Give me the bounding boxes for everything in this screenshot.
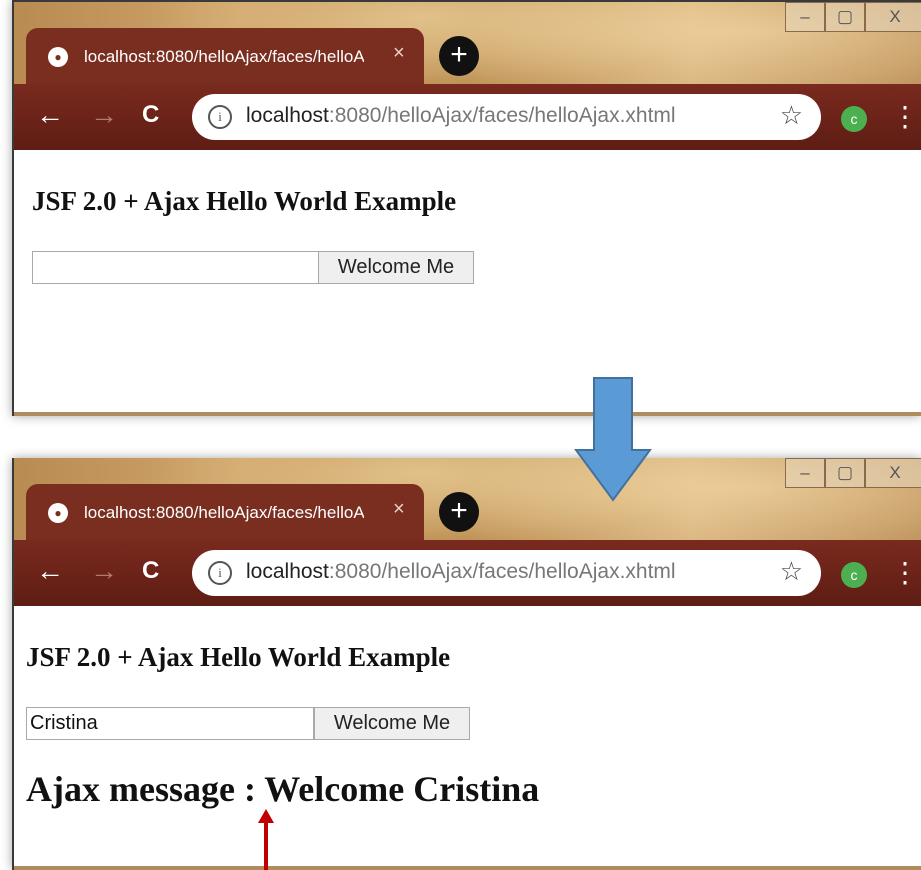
new-tab-button[interactable]: +	[439, 492, 479, 532]
menu-icon[interactable]: ⋮	[891, 100, 919, 133]
welcome-me-button[interactable]: Welcome Me	[318, 251, 474, 284]
browser-tab[interactable]: ● localhost:8080/helloAjax/faces/helloAj…	[26, 28, 424, 84]
close-window-button[interactable]: X	[865, 458, 921, 488]
maximize-button[interactable]: ▢	[825, 2, 865, 32]
browser-frame: – ▢ X ● localhost:8080/helloAjax/faces/h…	[14, 458, 921, 606]
forward-icon[interactable]: →	[90, 100, 118, 130]
bookmark-star-icon[interactable]: ☆	[780, 556, 803, 587]
back-icon[interactable]: ←	[36, 100, 64, 130]
page-heading: JSF 2.0 + Ajax Hello World Example	[26, 642, 451, 672]
url-text: localhost:8080/helloAjax/faces/helloAjax…	[246, 560, 676, 583]
close-icon[interactable]: ×	[393, 498, 405, 521]
menu-icon[interactable]: ⋮	[891, 556, 919, 589]
browser-toolbar: ← → C i localhost:8080/helloAjax/faces/h…	[14, 540, 921, 606]
flow-down-arrow	[574, 377, 652, 502]
reload-icon[interactable]: C	[142, 100, 159, 130]
browser-window-before: – ▢ X ● localhost:8080/helloAjax/faces/h…	[12, 0, 921, 416]
marker-up-arrow-shaft	[264, 821, 268, 870]
reload-icon[interactable]: C	[142, 556, 159, 586]
window-bottom-edge	[14, 412, 921, 416]
profile-avatar[interactable]: c	[841, 106, 867, 132]
maximize-button[interactable]: ▢	[825, 458, 865, 488]
close-icon[interactable]: ×	[393, 42, 405, 65]
marker-up-arrow-head	[258, 809, 274, 823]
tab-title: localhost:8080/helloAjax/faces/helloAjax…	[84, 503, 364, 522]
bookmark-star-icon[interactable]: ☆	[780, 100, 803, 131]
info-icon[interactable]: i	[208, 105, 232, 129]
minimize-button[interactable]: –	[785, 2, 825, 32]
welcome-me-button[interactable]: Welcome Me	[314, 707, 470, 740]
forward-icon[interactable]: →	[90, 556, 118, 586]
minimize-button[interactable]: –	[785, 458, 825, 488]
page-heading: JSF 2.0 + Ajax Hello World Example	[32, 186, 457, 216]
close-window-button[interactable]: X	[865, 2, 921, 32]
browser-tab[interactable]: ● localhost:8080/helloAjax/faces/helloAj…	[26, 484, 424, 540]
url-text: localhost:8080/helloAjax/faces/helloAjax…	[246, 104, 676, 127]
info-icon[interactable]: i	[208, 561, 232, 585]
address-bar[interactable]: i localhost:8080/helloAjax/faces/helloAj…	[192, 550, 821, 596]
flow-down-arrow-shape	[574, 377, 652, 502]
new-tab-button[interactable]: +	[439, 36, 479, 76]
address-bar[interactable]: i localhost:8080/helloAjax/faces/helloAj…	[192, 94, 821, 140]
marker-up-arrow	[258, 809, 274, 870]
name-input[interactable]	[32, 251, 320, 284]
profile-avatar[interactable]: c	[841, 562, 867, 588]
browser-frame: – ▢ X ● localhost:8080/helloAjax/faces/h…	[14, 2, 921, 150]
globe-icon: ●	[48, 503, 68, 523]
ajax-message: Ajax message : Welcome Cristina	[26, 769, 540, 809]
back-icon[interactable]: ←	[36, 556, 64, 586]
globe-icon: ●	[48, 47, 68, 67]
name-input[interactable]	[26, 707, 314, 740]
window-bottom-edge	[14, 866, 921, 870]
tab-title: localhost:8080/helloAjax/faces/helloAjax…	[84, 47, 364, 66]
browser-window-after: – ▢ X ● localhost:8080/helloAjax/faces/h…	[12, 458, 921, 870]
browser-toolbar: ← → C i localhost:8080/helloAjax/faces/h…	[14, 84, 921, 150]
